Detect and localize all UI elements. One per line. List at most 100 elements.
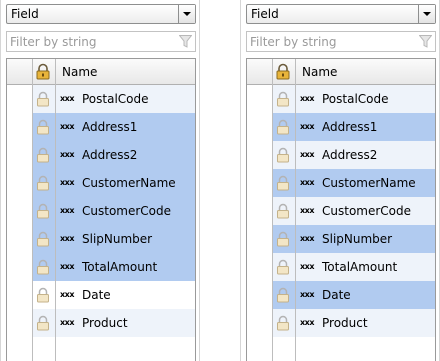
dropdown-value: Field [11,7,39,21]
field-row[interactable]: xxx SlipNumber [247,225,435,253]
lock-icon[interactable] [36,287,50,303]
field-type-icon: xxx [60,234,74,243]
field-row[interactable]: xxx CustomerName [247,169,435,197]
panel-divider [199,0,200,361]
field-type-icon: xxx [60,290,74,299]
field-name-label: Date [82,288,111,302]
panel-divider [240,0,241,361]
lock-icon[interactable] [36,231,50,247]
field-name-label: PostalCode [82,92,149,106]
grid-column-divider [295,59,296,361]
field-type-icon: xxx [60,178,74,187]
field-type-icon: xxx [300,122,314,131]
field-type-dropdown[interactable]: Field [6,4,196,24]
field-row[interactable]: xxx CustomerName [7,169,195,197]
field-type-dropdown[interactable]: Field [246,4,436,24]
field-name-label: Address1 [322,120,378,134]
field-type-icon: xxx [300,262,314,271]
field-name-label: CustomerName [82,176,176,190]
field-row[interactable]: xxx Address1 [247,113,435,141]
lock-icon[interactable] [36,147,50,163]
lock-icon[interactable] [36,315,50,331]
column-header-name[interactable]: Name [62,65,97,79]
field-name-label: Product [322,316,368,330]
field-type-icon: xxx [60,94,74,103]
field-row[interactable]: xxx Address2 [247,141,435,169]
field-grid: xxx PostalCode xxx Address1 xxx Address2… [6,58,196,361]
dropdown-button[interactable] [178,5,195,23]
lock-icon[interactable] [276,231,290,247]
lock-icon[interactable] [36,119,50,135]
lock-icon[interactable] [276,287,290,303]
field-type-icon: xxx [60,318,74,327]
field-name-label: Date [322,288,351,302]
field-type-icon: xxx [60,262,74,271]
lock-icon[interactable] [36,203,50,219]
lock-icon[interactable] [276,91,290,107]
row-background [272,281,435,309]
field-type-icon: xxx [300,94,314,103]
field-row[interactable]: xxx PostalCode [7,85,195,113]
filter-box [246,31,436,52]
row-background [32,281,195,309]
grid-header: Name [7,59,195,85]
chevron-down-icon [423,12,431,16]
field-row[interactable]: xxx CustomerCode [247,197,435,225]
filter-input[interactable] [250,34,410,49]
lock-icon[interactable] [276,203,290,219]
field-row[interactable]: xxx Product [7,309,195,337]
field-type-icon: xxx [300,178,314,187]
lock-icon[interactable] [276,175,290,191]
field-type-icon: xxx [300,206,314,215]
field-row[interactable]: xxx TotalAmount [247,253,435,281]
grid-column-divider [55,59,56,361]
field-name-label: Product [82,316,128,330]
funnel-filter-icon[interactable] [179,35,192,48]
dropdown-button[interactable] [418,5,435,23]
funnel-filter-icon[interactable] [419,35,432,48]
field-name-label: PostalCode [322,92,389,106]
field-list-panel: Field xxx PostalCode xxx Address1 [0,0,200,361]
filter-input[interactable] [10,34,170,49]
field-name-label: Address2 [322,148,378,162]
field-name-label: SlipNumber [82,232,153,246]
field-row[interactable]: xxx PostalCode [247,85,435,113]
lock-icon[interactable] [276,119,290,135]
field-name-label: CustomerName [322,176,416,190]
field-grid: xxx PostalCode xxx Address1 xxx Address2… [246,58,436,361]
lock-icon[interactable] [276,315,290,331]
field-type-icon: xxx [300,150,314,159]
grid-column-divider [272,59,273,361]
lock-header-icon[interactable] [35,63,51,80]
grid-header: Name [247,59,435,85]
field-type-icon: xxx [300,318,314,327]
field-name-label: TotalAmount [322,260,398,274]
field-row[interactable]: xxx Address1 [7,113,195,141]
field-type-icon: xxx [300,234,314,243]
field-row[interactable]: xxx Date [247,281,435,309]
column-header-name[interactable]: Name [302,65,337,79]
field-row[interactable]: xxx Date [7,281,195,309]
field-type-icon: xxx [60,150,74,159]
field-row[interactable]: xxx Address2 [7,141,195,169]
field-row[interactable]: xxx SlipNumber [7,225,195,253]
field-list-panel: Field xxx PostalCode xxx Address1 [240,0,440,361]
field-name-label: Address1 [82,120,138,134]
lock-icon[interactable] [276,259,290,275]
field-name-label: CustomerCode [322,204,412,218]
chevron-down-icon [183,12,191,16]
field-type-icon: xxx [60,122,74,131]
field-row[interactable]: xxx CustomerCode [7,197,195,225]
lock-icon[interactable] [36,175,50,191]
lock-header-icon[interactable] [275,63,291,80]
lock-icon[interactable] [36,259,50,275]
lock-icon[interactable] [276,147,290,163]
field-name-label: TotalAmount [82,260,158,274]
field-type-icon: xxx [60,206,74,215]
panel-divider [0,0,1,361]
field-row[interactable]: xxx TotalAmount [7,253,195,281]
field-row[interactable]: xxx Product [247,309,435,337]
lock-icon[interactable] [36,91,50,107]
dropdown-value: Field [251,7,279,21]
grid-column-divider [32,59,33,361]
